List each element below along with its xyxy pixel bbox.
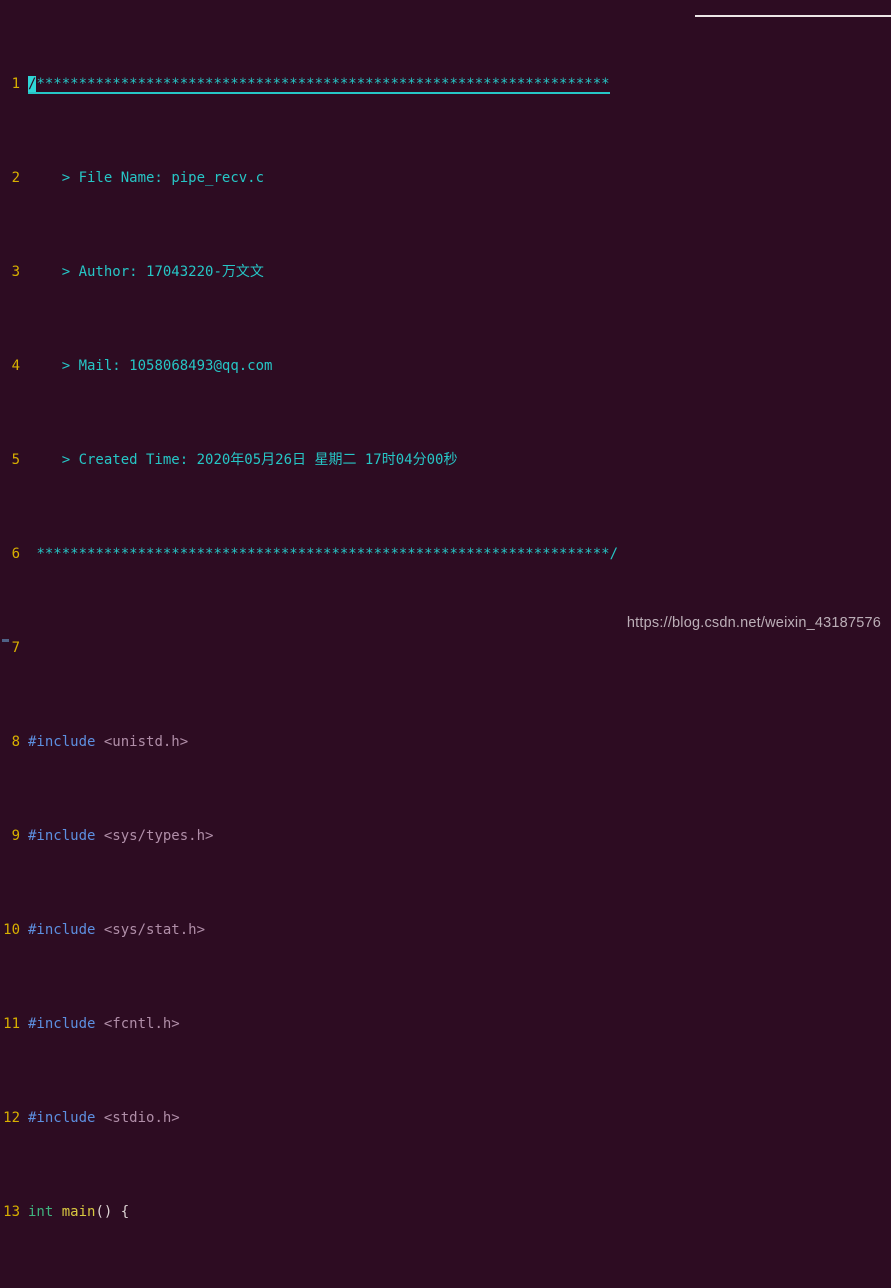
code-line[interactable]: 8 #include <unistd.h> — [0, 733, 891, 752]
comment-stars: ****************************************… — [36, 76, 610, 95]
comment-file-name-value: pipe_recv.c — [171, 170, 265, 187]
code-lines[interactable]: 1/**************************************… — [0, 0, 891, 1288]
code-line[interactable]: 10 #include <sys/stat.h> — [0, 921, 891, 940]
line-number: 3 — [11, 264, 20, 281]
comment-mail-value: 1058068493@qq.com — [129, 358, 273, 375]
line-number: 12 — [3, 1110, 20, 1127]
line-number: 11 — [3, 1016, 20, 1033]
line-number: 6 — [11, 546, 20, 563]
line-number: 10 — [3, 922, 20, 939]
line-number: 8 — [11, 734, 20, 751]
code-line[interactable]: 5 > Created Time: 2020年05月26日 星期二 17时04分… — [0, 451, 891, 470]
include-header: <sys/types.h> — [103, 828, 214, 845]
include-header: <fcntl.h> — [103, 1016, 180, 1033]
preproc-include: #include — [28, 734, 96, 751]
code-line[interactable]: 6 **************************************… — [0, 545, 891, 564]
code-line[interactable]: 2 > File Name: pipe_recv.c — [0, 169, 891, 188]
include-header: <unistd.h> — [103, 734, 189, 751]
line-number: 5 — [11, 452, 20, 469]
code-line[interactable]: 3 > Author: 17043220-万文文 — [0, 263, 891, 282]
code-line[interactable]: 1/**************************************… — [0, 75, 891, 95]
code-line[interactable]: 9 #include <sys/types.h> — [0, 827, 891, 846]
code-line[interactable]: 11 #include <fcntl.h> — [0, 1015, 891, 1034]
keyword-int: int — [28, 1204, 54, 1220]
comment-mail-label: > Mail: — [61, 358, 121, 375]
comment-author-value: 17043220-万文文 — [146, 264, 264, 281]
preproc-include: #include — [28, 1110, 96, 1127]
code-line[interactable]: 12 #include <stdio.h> — [0, 1109, 891, 1128]
line-number: 2 — [11, 170, 20, 187]
line-number: 9 — [11, 828, 20, 845]
include-header: <stdio.h> — [103, 1110, 180, 1127]
header-rule — [695, 15, 891, 17]
preproc-include: #include — [28, 1016, 96, 1033]
preproc-include: #include — [28, 828, 96, 845]
status-blip — [2, 639, 9, 642]
line-number: 4 — [11, 358, 20, 375]
code-line[interactable]: 7 — [0, 639, 891, 658]
line-number: 1 — [11, 76, 20, 93]
comment-stars-close: ****************************************… — [36, 546, 619, 563]
comment-author-label: > Author: — [61, 264, 138, 281]
comment-created-value: 2020年05月26日 星期二 17时04分00秒 — [196, 452, 458, 469]
include-header: <sys/stat.h> — [103, 922, 206, 939]
line-number: 13 — [3, 1204, 20, 1220]
watermark-url: https://blog.csdn.net/weixin_43187576 — [626, 615, 881, 631]
preproc-include: #include — [28, 922, 96, 939]
comment-created-label: > Created Time: — [61, 452, 189, 469]
code-line[interactable]: 4 > Mail: 1058068493@qq.com — [0, 357, 891, 376]
comment-file-name-label: > File Name: — [61, 170, 163, 187]
code-editor[interactable]: 1/**************************************… — [0, 0, 891, 1220]
code-line[interactable]: 13 int main() { — [0, 1203, 891, 1222]
function-main: main — [61, 1204, 96, 1220]
